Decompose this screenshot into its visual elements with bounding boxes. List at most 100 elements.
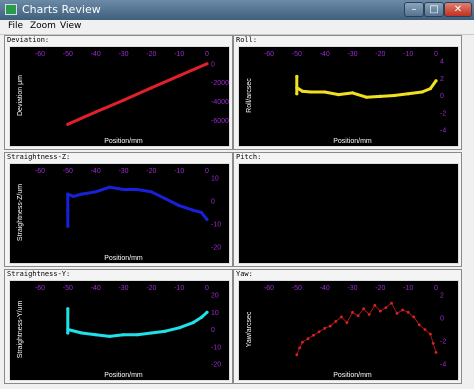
straightness_y-xtick-4: -20 [146,285,156,292]
straightness_z-point-10 [163,197,167,201]
deviation-series-line-0 [66,62,209,126]
title-bar[interactable]: Charts Review – □ ✕ [0,0,474,20]
deviation-point-4 [177,74,181,78]
yaw-point-6 [323,326,327,330]
straightness_z-point-1 [66,224,70,228]
straightness_y-xtick-5: -10 [174,285,184,292]
roll-xtick-4: -20 [375,51,385,58]
roll-point-13 [428,87,432,91]
yaw-xtick-6: 0 [434,285,438,292]
yaw-point-1 [298,346,301,350]
yaw-point-19 [395,312,399,315]
yaw-point-7 [328,324,332,328]
straightness_z-point-4 [80,192,84,196]
straightness_z-point-11 [177,204,181,208]
straightness_z-xlabel: Position/mm [104,255,143,262]
deviation-xtick-1: -50 [63,51,73,58]
deviation-xtick-3: -30 [118,51,128,58]
yaw-ytick-3: -4 [440,362,446,369]
straightness_z-ytick-0: 10 [211,176,219,183]
charts-review-window: Charts Review – □ ✕ File Zoom View Devia… [0,0,474,389]
roll-xtick-2: -40 [320,51,330,58]
roll-point-11 [406,92,410,96]
roll-label: Roll: [236,36,258,44]
deviation-xlabel: Position/mm [104,138,143,145]
straightness_y-point-2 [66,327,70,332]
close-button[interactable]: ✕ [444,2,472,17]
yaw-ytick-1: 0 [440,316,444,323]
window-title: Charts Review [22,3,101,16]
roll-chart[interactable]: -60 -50 -40 -30 -20 -10 0 4 2 0 -2 -4 Position/mm Rol… [238,46,459,147]
yaw-point-11 [351,310,354,314]
yaw-xtick-0: -60 [264,285,274,292]
yaw-point-12 [356,314,360,318]
roll-ytick-3: -2 [440,110,446,117]
deviation-point-2 [121,98,126,102]
straightness_z-xtick-4: -20 [146,168,156,175]
yaw-point-23 [417,323,421,327]
straightness_z-xtick-1: -50 [63,168,73,175]
yaw-point-13 [362,307,365,311]
roll-point-6 [337,93,341,97]
pitch-panel: Pitch: [233,152,462,267]
straightness_y-series-line-0 [66,307,209,338]
straightness-y-chart[interactable]: -60 -50 -40 -30 -20 -10 0 20 10 0 -10 -20 Position/m… [9,280,230,381]
deviation-point-3 [149,86,153,90]
yaw-point-4 [312,333,315,337]
roll-point-7 [350,91,355,95]
yaw-chart[interactable]: -60 -50 -40 -30 -20 -10 0 2 0 -2 -4 Position/mm Yaw/… [238,280,459,381]
deviation-panel: Deviation: -60 -50 -40 -30 -20 -10 00 -20000 -40… [4,35,233,150]
maximize-button[interactable]: □ [424,2,444,17]
straightness-y-label: Straightness-Y: [7,270,71,278]
straightness_y-ytick-0: 20 [211,293,219,300]
pitch-chart[interactable] [238,163,459,264]
yaw-xtick-2: -40 [320,285,330,292]
straightness_y-ylabel: Straightness-Y/um [17,301,24,359]
menu-view[interactable]: View [60,21,81,31]
yaw-point-15 [373,304,377,307]
menu-file[interactable]: File [8,21,23,31]
yaw-point-18 [390,301,393,305]
straightness_y-point-10 [177,326,181,330]
straightness_y-point-8 [149,331,153,335]
straightness_y-point-4 [94,333,98,337]
straightness_y-ytick-3: -10 [211,344,221,351]
straightness_z-ylabel: Straightness-Z/um [17,184,24,241]
deviation-ylabel: Deviation μm [17,75,24,116]
roll-ytick-2: 0 [440,93,444,100]
yaw-point-0 [295,353,299,357]
straightness_z-ytick-3: -20 [211,245,221,252]
straightness_y-ytick-1: 10 [211,310,219,317]
yaw-point-26 [431,341,435,345]
yaw-label: Yaw: [236,270,253,278]
straightness-z-chart[interactable]: -60 -50 -40 -30 -20 -10 0 10 0 -10 -20 Position/mm S… [9,163,230,264]
roll-point-4 [309,90,313,94]
straightness-z-label: Straightness-Z: [7,153,71,161]
roll-point-1 [295,92,299,96]
yaw-point-3 [306,337,310,341]
straightness_z-ytick-1: 0 [211,199,215,206]
deviation-ytick-0: 0 [211,61,215,68]
roll-point-0 [295,74,299,79]
yaw-point-25 [429,332,432,336]
yaw-series-line-0 [296,302,437,355]
roll-xlabel: Position/mm [333,138,372,145]
straightness-z-panel: Straightness-Z: -60 -50 -40 -30 -20 -10 0 10 0 -1… [4,152,233,267]
straightness_z-point-6 [108,185,112,189]
yaw-xtick-3: -30 [347,285,357,292]
straightness-y-panel: Straightness-Y: -60 -50 -40 -30 -20 -10 0 20 10 0… [4,269,233,384]
deviation-ytick-1: -20000 [211,80,229,87]
yaw-point-21 [406,310,410,314]
deviation-ytick-3: -60000 [211,118,229,125]
yaw-ytick-0: 2 [440,293,444,300]
pitch-svg [239,164,458,263]
yaw-point-27 [434,351,438,354]
yaw-point-24 [423,328,427,331]
minimize-button[interactable]: – [404,2,424,17]
straightness_y-xtick-0: -60 [35,285,45,292]
menu-zoom[interactable]: Zoom [30,21,56,31]
deviation-chart[interactable]: -60 -50 -40 -30 -20 -10 00 -20000 -40000 -60000 Po… [9,46,230,147]
yaw-point-14 [367,313,371,316]
yaw-point-5 [317,330,321,334]
menu-bar: File Zoom View [0,20,474,35]
